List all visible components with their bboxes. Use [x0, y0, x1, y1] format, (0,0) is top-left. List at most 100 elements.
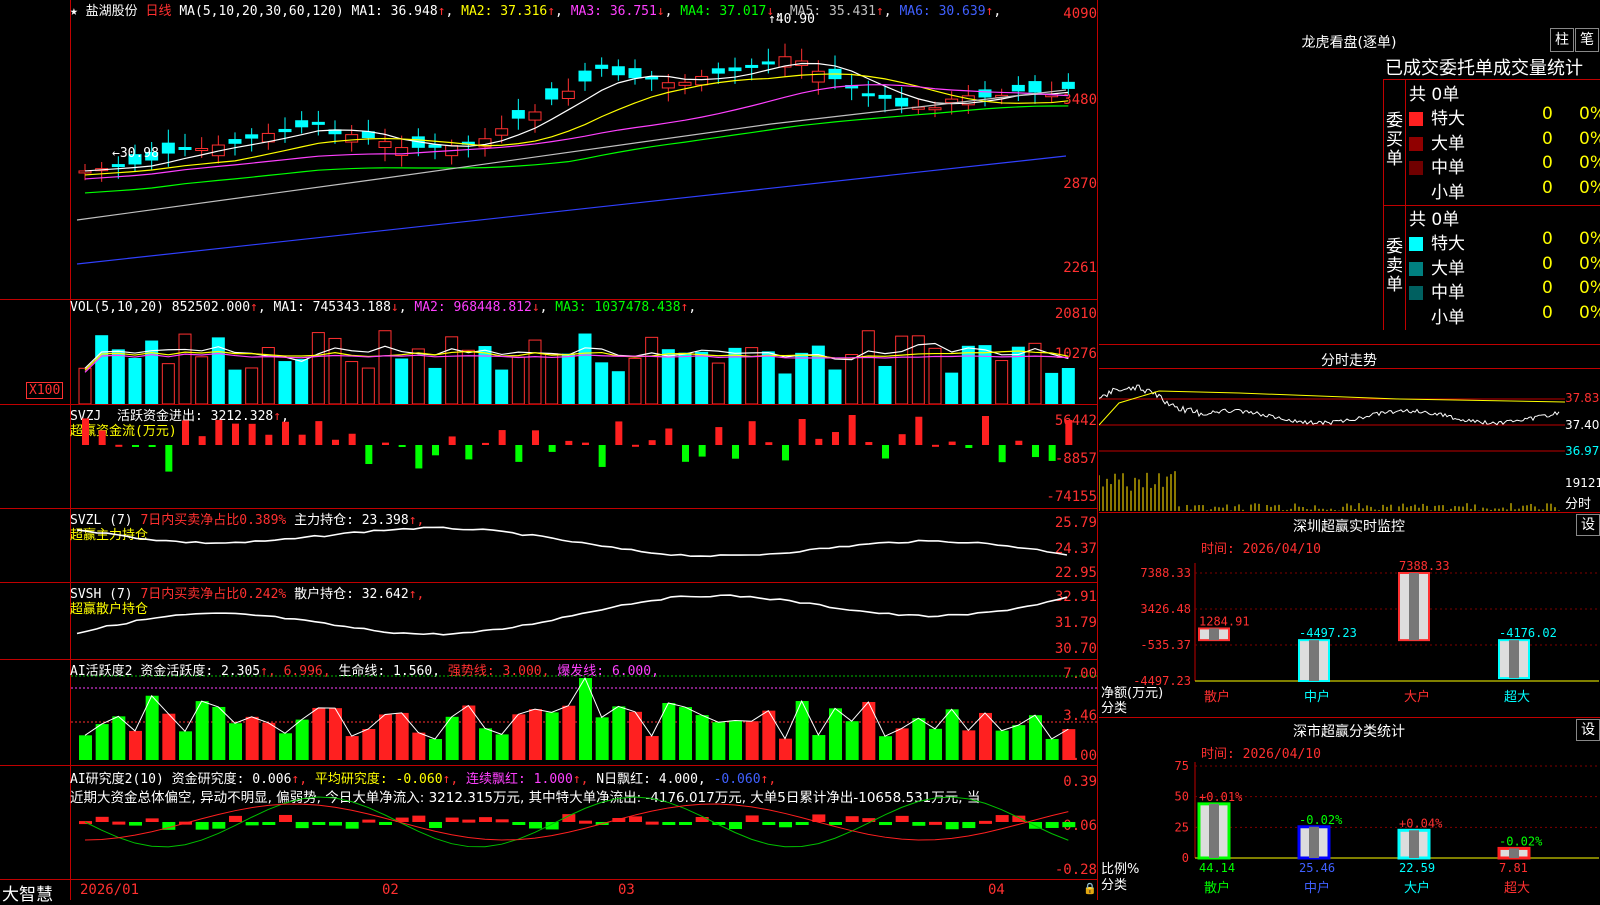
divider-ai2 — [0, 879, 1098, 880]
fund-flow-bar — [848, 415, 856, 445]
sell-row: 中单 0 0% — [1409, 278, 1600, 303]
volume-bar — [645, 336, 659, 404]
activity-bar — [529, 709, 542, 760]
candle-body — [578, 70, 592, 82]
brand-logo: 大智慧 — [2, 885, 53, 905]
intraday-axis-label: 37.40 — [1565, 418, 1600, 432]
activity-bar — [612, 706, 626, 760]
sz-settings-button[interactable]: 设 — [1576, 514, 1600, 536]
activity-bar — [95, 724, 109, 760]
color-swatch — [1409, 136, 1423, 151]
research-bar — [962, 822, 976, 829]
order-count: 0 — [1542, 128, 1553, 149]
price-pane[interactable]: 4090 3480 2870 2261 ★ 盐湖股份 日线 MA(5,10,20… — [0, 0, 1097, 299]
volume-bar — [528, 339, 542, 404]
activity-bar — [1062, 729, 1076, 760]
volume-bar — [95, 335, 109, 404]
fund-flow-bar — [182, 420, 189, 445]
volume-bar — [678, 352, 692, 404]
color-swatch — [1409, 286, 1423, 300]
activity-bar — [545, 712, 559, 760]
buy-row: 中单 0 0% — [1409, 153, 1600, 178]
fund-flow-bar — [998, 445, 1006, 463]
candle-body — [278, 128, 292, 133]
order-size-label: 特大 — [1431, 234, 1465, 254]
activity-bar — [879, 736, 892, 760]
activity-bar — [495, 734, 509, 760]
volume-bar — [761, 351, 775, 404]
order-count: 0 — [1542, 229, 1553, 249]
sc-border — [1099, 717, 1600, 718]
fund-flow-bar — [915, 416, 923, 445]
ma-line — [84, 62, 1069, 172]
volume-bar — [845, 354, 859, 404]
color-swatch — [1409, 237, 1423, 251]
ai-activity-pane[interactable]: 7.00 3.46 0.00 AI活跃度2 资金活跃度: 2.305↑, 6.9… — [0, 660, 1097, 765]
fund-flow-bar — [948, 441, 956, 445]
sc-settings-button[interactable]: 设 — [1576, 719, 1600, 741]
fund-flow-bar — [348, 433, 356, 445]
volume-bar — [611, 371, 625, 404]
candle-body — [595, 64, 609, 69]
sc-bar-delta: -0.02% — [1499, 834, 1543, 848]
column-view-button[interactable]: 柱 — [1550, 28, 1574, 52]
activity-bar — [762, 710, 776, 760]
fund-flow-bar — [648, 440, 656, 445]
volume-bar — [495, 369, 509, 404]
tick-view-button[interactable]: 笔 — [1575, 28, 1599, 52]
sz-bar — [1198, 627, 1230, 642]
volume-bar — [711, 362, 725, 404]
intraday-chart[interactable]: 37.83 37.40 36.97 19121 分时 — [1099, 368, 1600, 512]
volume-bar — [978, 345, 992, 404]
right-panel: 龙虎看盘(逐单) 柱 笔 已成交委托单成交量统计 委买单 委卖单 共 0单 特大 0… — [1099, 0, 1600, 900]
svzl-pane[interactable]: 25.79 24.37 22.95 SVZL (7) 7日内买卖净占比0.389… — [0, 509, 1097, 582]
intraday-border — [1099, 344, 1600, 345]
research-bar — [762, 822, 776, 825]
volume-pane[interactable]: 20810 10276 X100 VOL(5,10,20) 852502.000… — [0, 300, 1097, 404]
research-bar — [845, 816, 859, 822]
holding-line — [76, 594, 1068, 636]
fund-flow-bar — [815, 438, 823, 445]
activity-bar — [512, 714, 526, 760]
holding-line — [76, 526, 1068, 558]
order-percent: 0% — [1579, 177, 1600, 198]
sz-axis-label: -535.37 — [1140, 638, 1191, 652]
activity-bar — [929, 728, 942, 760]
volume-chart — [78, 330, 1075, 404]
activity-bar — [445, 716, 459, 760]
svzj-pane[interactable]: 56442 -8857 -74155 SVZJ 活跃资金进出: 3212.328… — [0, 405, 1097, 508]
research-bar — [1045, 822, 1059, 828]
volume-bar — [661, 349, 675, 404]
fund-flow-bar — [448, 436, 456, 445]
ai-research-pane[interactable]: 0.39 0.06 -0.28 AI研究度2(10) 资金研究度: 0.006↑… — [0, 766, 1097, 879]
main-chart-area[interactable]: 4090 3480 2870 2261 ★ 盐湖股份 日线 MA(5,10,20… — [0, 0, 1098, 905]
candle-body — [628, 68, 642, 79]
volume-bar — [278, 361, 292, 404]
volume-bar — [411, 348, 425, 404]
stats-tab-title[interactable]: 已成交委托单成交量统计 — [1385, 54, 1583, 80]
activity-bar — [129, 730, 142, 760]
fund-flow-bar — [548, 445, 556, 452]
fund-flow-bar — [748, 421, 756, 445]
fund-flow-bar — [332, 439, 339, 445]
volume-bar — [78, 367, 92, 404]
order-count: 0 — [1542, 153, 1553, 173]
activity-bar — [712, 722, 726, 760]
order-percent: 0% — [1579, 302, 1600, 323]
candle-body — [111, 164, 125, 168]
fund-flow-bar — [248, 423, 256, 445]
volume-bar — [395, 358, 409, 404]
candle-body — [228, 139, 242, 144]
fund-flow-bar — [582, 442, 589, 445]
activity-bar — [312, 707, 326, 760]
order-count: 0 — [1542, 253, 1553, 274]
research-bar — [979, 820, 992, 824]
research-bar — [995, 815, 1009, 822]
candle-body — [161, 142, 175, 154]
fund-flow-bar — [715, 427, 723, 445]
fund-flow-bar — [865, 442, 873, 445]
activity-bar — [729, 720, 742, 760]
svsh-pane[interactable]: 32.91 31.79 30.70 SVSH (7) 7日内买卖净占比0.242… — [0, 583, 1097, 659]
lock-icon[interactable]: 🔒 — [1083, 882, 1097, 895]
volume-bar — [361, 367, 375, 404]
